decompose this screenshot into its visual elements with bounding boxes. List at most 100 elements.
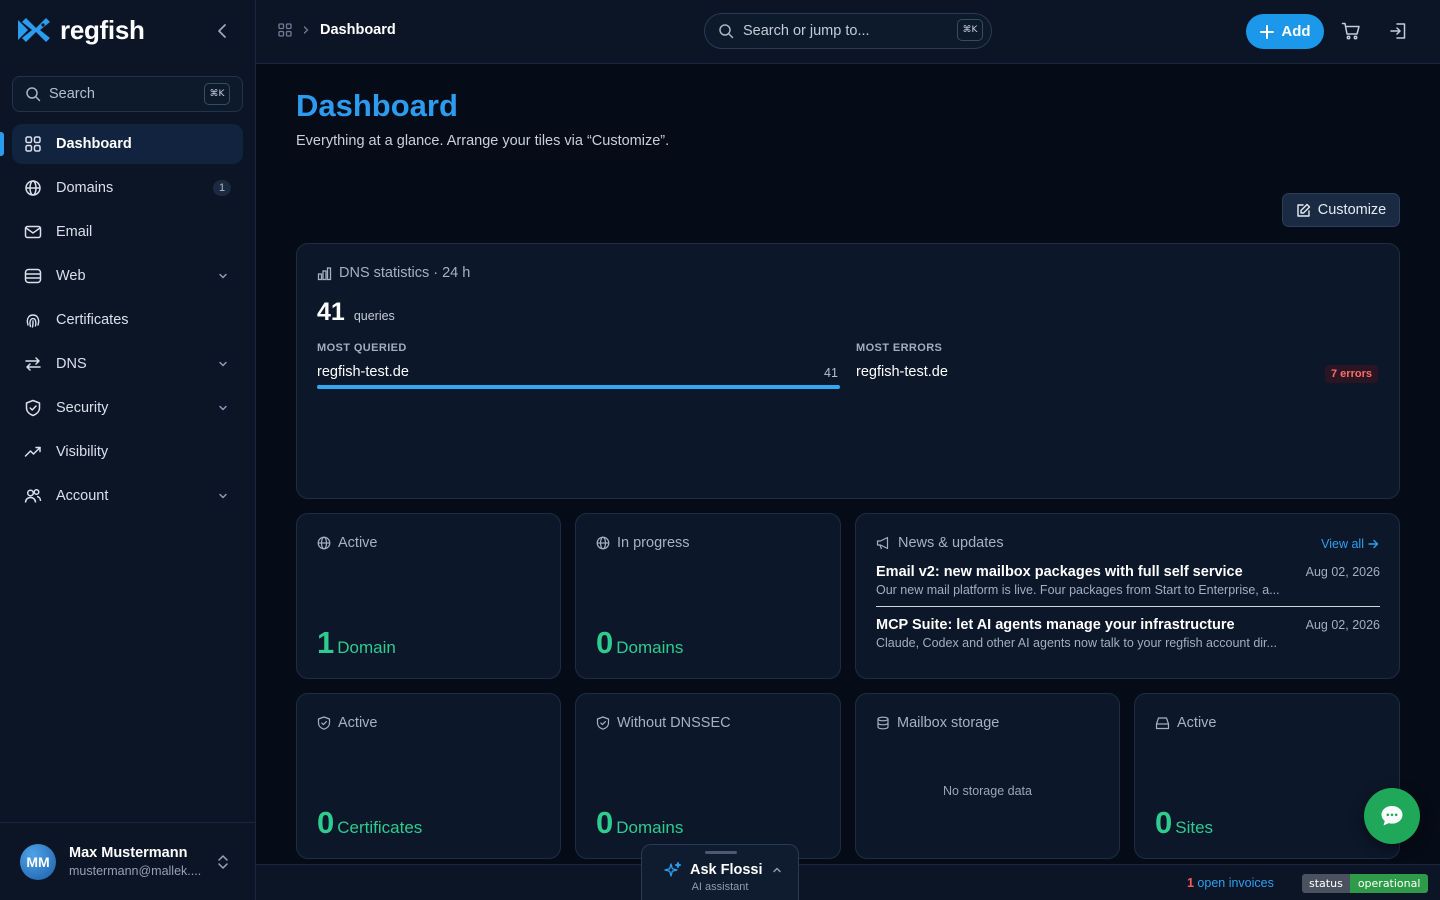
chevron-left-icon: [218, 24, 226, 38]
chevron-down-icon: [219, 405, 227, 411]
mail-icon: [24, 225, 42, 239]
view-all-news-link[interactable]: View all: [1321, 537, 1379, 551]
sidebar-item-label: Dashboard: [56, 136, 132, 152]
avatar: MM: [20, 843, 56, 880]
ai-assistant-launcher[interactable]: Ask Flossi AI assistant: [641, 844, 799, 900]
fish-logo-icon: [18, 18, 50, 42]
brand-logo[interactable]: regfish: [16, 14, 145, 46]
news-item-description: Claude, Codex and other AI agents now ta…: [876, 636, 1277, 650]
tile-stat: 0 Domains: [596, 807, 683, 838]
shield-check-icon: [596, 716, 610, 730]
user-info: Max Mustermann mustermann@mallek....: [69, 845, 201, 878]
sidebar-item-account[interactable]: Account: [12, 476, 243, 516]
cart-button[interactable]: [1341, 21, 1361, 41]
tile-header: In progress: [596, 535, 690, 551]
logout-icon: [1390, 23, 1406, 39]
user-menu[interactable]: MM Max Mustermann mustermann@mallek....: [0, 822, 256, 900]
globe-icon: [596, 536, 610, 550]
search-icon: [719, 24, 734, 39]
tile-title: Mailbox storage: [897, 715, 1000, 731]
logout-button[interactable]: [1389, 21, 1409, 41]
collapse-sidebar-button[interactable]: [212, 20, 234, 42]
assistant-title: Ask Flossi: [690, 862, 763, 878]
dns-statistics-tile: DNS statistics · 24 h 41 queries MOST QU…: [296, 243, 1400, 499]
sidebar-item-web[interactable]: Web: [12, 256, 243, 296]
status-badge[interactable]: status operational: [1302, 874, 1429, 893]
tile-header: News & updates: [876, 535, 1004, 551]
tile-stat-value: 0: [1155, 805, 1173, 840]
tile-title: Active: [338, 535, 378, 551]
open-invoices-link[interactable]: 1 open invoices: [1187, 876, 1274, 890]
sidebar-search[interactable]: Search ⌘K: [12, 76, 243, 112]
shield-check-icon: [317, 716, 331, 730]
tile-header: Active: [1155, 715, 1217, 731]
add-button[interactable]: Add: [1246, 14, 1324, 49]
most-queried-bar-fill: [317, 385, 840, 389]
sidebar-item-label: Web: [56, 268, 86, 284]
sidebar-item-security[interactable]: Security: [12, 388, 243, 428]
active-domains-tile[interactable]: Active 1 Domain: [296, 513, 561, 679]
sidebar-item-label: Account: [56, 488, 109, 504]
sidebar-item-visibility[interactable]: Visibility: [12, 432, 243, 472]
cart-icon: [1341, 22, 1360, 40]
user-name: Max Mustermann: [69, 845, 188, 861]
tile-title: In progress: [617, 535, 690, 551]
without-dnssec-tile[interactable]: Without DNSSEC 0 Domains: [575, 693, 841, 859]
search-icon: [26, 87, 41, 102]
tile-stat-value: 1: [317, 625, 335, 660]
global-search-input[interactable]: Search or jump to... ⌘K: [704, 13, 992, 49]
sidebar-item-dashboard[interactable]: Dashboard: [0, 124, 243, 164]
chat-bubble-icon: [1381, 806, 1403, 826]
page-subtitle: Everything at a glance. Arrange your til…: [296, 133, 670, 149]
sidebar-item-domains[interactable]: Domains 1: [12, 168, 243, 208]
sidebar-item-label: Visibility: [56, 444, 109, 460]
open-invoices-label: open invoices: [1193, 876, 1274, 890]
active-sites-tile[interactable]: Active 0 Sites: [1134, 693, 1400, 859]
tile-header: DNS statistics · 24 h: [317, 265, 470, 281]
sidebar-item-email[interactable]: Email: [12, 212, 243, 252]
tile-stat-value: 0: [596, 805, 614, 840]
status-footer: 1 open invoices status operational: [256, 864, 1440, 900]
most-queried-label: MOST QUERIED: [317, 342, 407, 354]
sidebar-item-label: Email: [56, 224, 93, 240]
arrow-right-icon: [1368, 539, 1379, 549]
breadcrumb-current: Dashboard: [320, 22, 396, 38]
sidebar-item-label: Domains: [56, 180, 114, 196]
sidebar-nav: Dashboard Domains 1 Email Web Certificat…: [0, 124, 243, 520]
active-certificates-tile[interactable]: Active 0 Certificates: [296, 693, 561, 859]
news-item-date: Aug 02, 2026: [1305, 565, 1380, 579]
sidebar-item-label: DNS: [56, 356, 87, 372]
news-item[interactable]: MCP Suite: let AI agents manage your inf…: [876, 617, 1380, 650]
news-item[interactable]: Email v2: new mailbox packages with full…: [876, 564, 1380, 597]
sidebar-item-certificates[interactable]: Certificates: [12, 300, 243, 340]
most-queried-count: 41: [824, 366, 838, 380]
plus-icon: [1260, 24, 1275, 39]
tile-stat: 0 Domains: [596, 627, 683, 658]
tile-stat-unit: Domain: [337, 638, 396, 657]
tile-title: DNS statistics · 24 h: [339, 265, 471, 281]
drag-handle[interactable]: [705, 851, 737, 854]
mailbox-storage-tile[interactable]: Mailbox storage No storage data: [855, 693, 1120, 859]
in-progress-domains-tile[interactable]: In progress 0 Domains: [575, 513, 841, 679]
chat-support-button[interactable]: [1364, 788, 1420, 844]
hdd-icon: [1155, 717, 1170, 730]
tile-stat-unit: Certificates: [337, 818, 423, 837]
empty-state-text: No storage data: [943, 784, 1032, 798]
sparkles-icon: [664, 861, 682, 877]
sidebar-search-label: Search: [49, 86, 95, 102]
globe-icon: [317, 536, 331, 550]
search-shortcut-badge: ⌘K: [957, 19, 983, 41]
tile-title: Without DNSSEC: [617, 715, 731, 731]
chevron-down-icon: [219, 361, 227, 367]
most-errors-domain[interactable]: regfish-test.de: [856, 364, 948, 380]
shield-check-icon: [25, 399, 41, 417]
most-queried-domain[interactable]: regfish-test.de: [317, 364, 409, 380]
customize-button[interactable]: Customize: [1282, 193, 1400, 227]
sidebar-item-dns[interactable]: DNS: [12, 344, 243, 384]
search-shortcut-badge: ⌘K: [204, 83, 230, 105]
news-item-title: Email v2: new mailbox packages with full…: [876, 564, 1243, 580]
user-email: mustermann@mallek....: [69, 864, 202, 878]
global-search-placeholder: Search or jump to...: [743, 23, 870, 39]
grid-icon[interactable]: [278, 23, 292, 37]
dns-query-unit: queries: [353, 309, 395, 323]
